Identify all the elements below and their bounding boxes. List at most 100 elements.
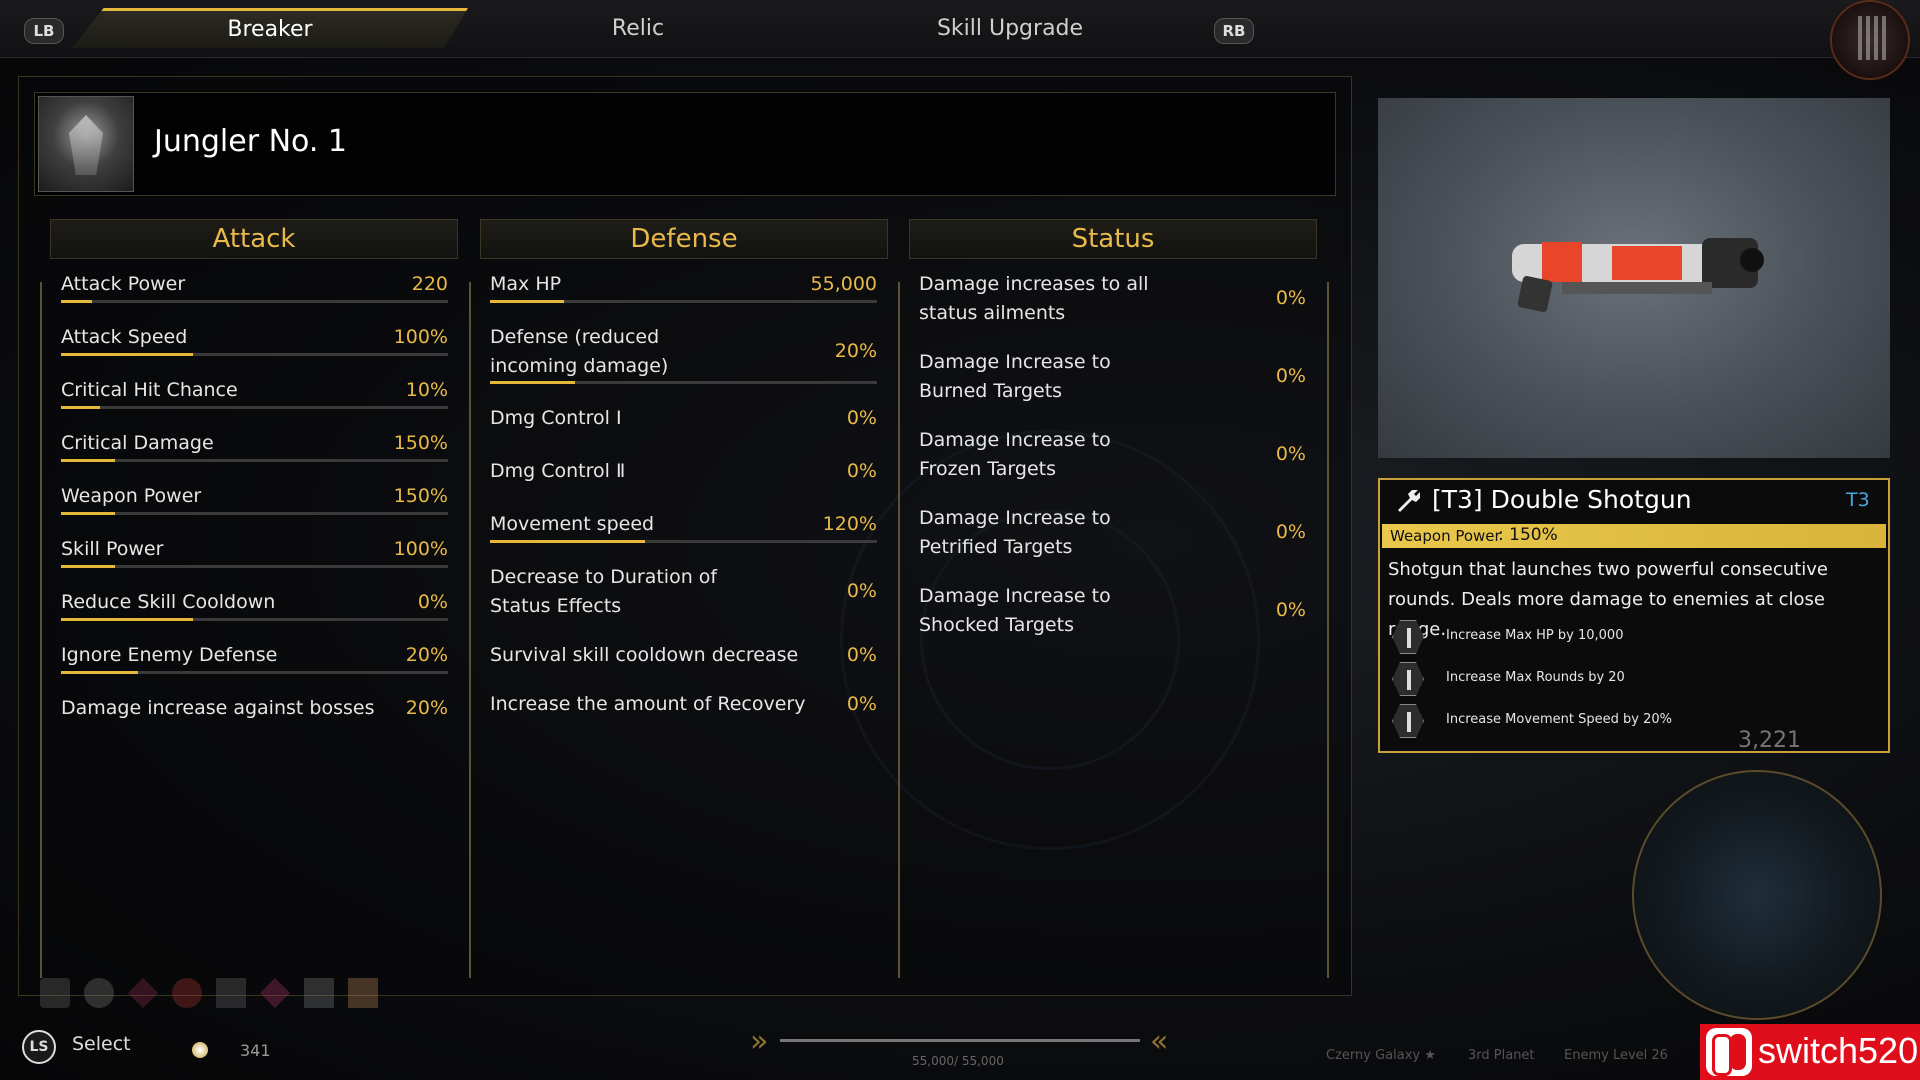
stat-value: 0% xyxy=(846,407,877,429)
stat-bar xyxy=(490,300,877,303)
stat-row[interactable]: Survival skill cooldown decrease 0% xyxy=(490,641,877,681)
stat-bar xyxy=(61,512,448,515)
stat-value: 10% xyxy=(405,379,448,401)
stat-row[interactable]: Damage Increase to Frozen Targets 0% xyxy=(919,426,1306,486)
stat-value: 0% xyxy=(1275,365,1306,387)
hp-bar xyxy=(780,1039,1140,1042)
character-name: Jungler No. 1 xyxy=(154,124,348,159)
stat-bar-fill xyxy=(61,459,116,462)
character-portrait xyxy=(38,96,134,192)
stat-bar xyxy=(61,353,448,356)
lb-bumper-button[interactable]: LB xyxy=(24,18,64,44)
tab-relic[interactable]: Relic xyxy=(538,8,738,48)
stat-bar-fill xyxy=(490,300,564,303)
rb-bumper-button[interactable]: RB xyxy=(1214,18,1254,44)
stat-row[interactable]: Damage increase against bosses 20% xyxy=(61,694,448,734)
currency-value: 341 xyxy=(240,1041,271,1060)
hud-skill-icon xyxy=(304,978,334,1008)
stat-row[interactable]: Dmg Control Ⅱ 0% xyxy=(490,457,877,497)
stat-bar-fill xyxy=(61,300,92,303)
stat-value: 100% xyxy=(393,326,448,348)
stat-row[interactable]: Skill Power 100% xyxy=(61,535,448,575)
stat-row[interactable]: Increase the amount of Recovery 0% xyxy=(490,690,877,730)
minimap xyxy=(1632,770,1882,1020)
stat-value: 150% xyxy=(393,432,448,454)
stat-value: 0% xyxy=(846,460,877,482)
stat-value: 20% xyxy=(405,644,448,666)
stat-bar xyxy=(490,540,877,543)
hud-skill-icon xyxy=(128,978,158,1008)
stat-row[interactable]: Damage increases to all status ailments … xyxy=(919,270,1306,330)
stat-value: 220 xyxy=(411,273,448,295)
stat-row[interactable]: Damage Increase to Burned Targets 0% xyxy=(919,348,1306,408)
stat-label: Skill Power xyxy=(61,538,164,560)
enemy-level: Enemy Level 26 xyxy=(1564,1048,1668,1063)
stat-bar xyxy=(490,381,877,384)
stat-value: 150% xyxy=(393,485,448,507)
stat-label: Dmg Control Ⅰ xyxy=(490,407,622,429)
stat-value: 20% xyxy=(834,340,877,362)
stat-label: Damage increase against bosses xyxy=(61,697,375,719)
hud-skill-icon xyxy=(216,978,246,1008)
perk-icon xyxy=(1392,704,1424,738)
stat-row[interactable]: Weapon Power 150% xyxy=(61,482,448,522)
stat-label: Damage Increase to Frozen Targets xyxy=(919,429,1111,480)
tab-breaker[interactable]: Breaker xyxy=(72,8,468,48)
attack-column-header: Attack xyxy=(50,219,458,259)
stat-value: 0% xyxy=(1275,521,1306,543)
stat-label: Damage Increase to Petrified Targets xyxy=(919,507,1111,558)
perk-text: Increase Movement Speed by 20% xyxy=(1446,712,1672,727)
stat-label: Damage Increase to Shocked Targets xyxy=(919,585,1111,636)
hud-skill-icon xyxy=(260,978,290,1008)
tab-skill-upgrade[interactable]: Skill Upgrade xyxy=(900,8,1120,48)
stat-label: Weapon Power xyxy=(61,485,202,507)
select-hint-label: Select xyxy=(72,1033,131,1055)
stat-bar-fill xyxy=(61,512,116,515)
stat-bar-fill xyxy=(61,406,100,409)
stat-row[interactable]: Movement speed 120% xyxy=(490,510,877,550)
stat-row[interactable]: Reduce Skill Cooldown 0% xyxy=(61,588,448,628)
stat-label: Survival skill cooldown decrease xyxy=(490,644,799,666)
stat-row[interactable]: Max HP 55,000 xyxy=(490,270,877,310)
stat-label: Dmg Control Ⅱ xyxy=(490,460,626,482)
defense-column-header: Defense xyxy=(480,219,888,259)
stat-row[interactable]: Attack Power 220 xyxy=(61,270,448,310)
stat-value: 0% xyxy=(846,644,877,666)
stat-row[interactable]: Ignore Enemy Defense 20% xyxy=(61,641,448,681)
stat-row[interactable]: Defense (reduced incoming damage) 20% xyxy=(490,323,877,384)
double-shotgun-image xyxy=(1512,238,1764,312)
stat-row[interactable]: Critical Damage 150% xyxy=(61,429,448,469)
hud-icon-row xyxy=(40,978,380,1012)
stat-bar xyxy=(61,300,448,303)
stat-row[interactable]: Damage Increase to Petrified Targets 0% xyxy=(919,504,1306,564)
stat-value: 55,000 xyxy=(810,273,877,295)
stat-value: 20% xyxy=(405,697,448,719)
stat-row[interactable]: Decrease to Duration of Status Effects 0… xyxy=(490,563,877,623)
weapon-title: [T3] Double Shotgun xyxy=(1432,485,1692,514)
stat-row[interactable]: Dmg Control Ⅰ 0% xyxy=(490,404,877,444)
ls-stick-icon[interactable]: LS xyxy=(22,1030,56,1064)
stat-bar xyxy=(61,565,448,568)
stat-label: Damage increases to all status ailments xyxy=(919,273,1149,324)
wrench-icon xyxy=(1398,490,1420,512)
stat-label: Attack Speed xyxy=(61,326,188,348)
stat-value: 0% xyxy=(1275,287,1306,309)
stat-value: 0% xyxy=(846,580,877,602)
stat-row[interactable]: Damage Increase to Shocked Targets 0% xyxy=(919,582,1306,642)
hp-readout: 55,000/ 55,000 xyxy=(912,1054,1004,1068)
hud-skill-icon xyxy=(348,978,378,1008)
hud-skill-icon xyxy=(84,978,114,1008)
stat-value: 0% xyxy=(417,591,448,613)
stat-row[interactable]: Attack Speed 100% xyxy=(61,323,448,363)
perk-item: Increase Max Rounds by 20 xyxy=(1392,662,1872,696)
weapon-power-banner: Weapon Power : 150% xyxy=(1382,524,1886,548)
stat-label: Defense (reduced incoming damage) xyxy=(490,326,669,377)
stat-row[interactable]: Critical Hit Chance 10% xyxy=(61,376,448,416)
stat-label: Reduce Skill Cooldown xyxy=(61,591,276,613)
stat-bar-fill xyxy=(61,671,139,674)
perk-text: Increase Max HP by 10,000 xyxy=(1446,628,1624,643)
location-galaxy: Czerny Galaxy ★ xyxy=(1326,1048,1436,1063)
column-separator xyxy=(469,282,471,978)
stat-label: Movement speed xyxy=(490,513,655,535)
stat-value: 100% xyxy=(393,538,448,560)
